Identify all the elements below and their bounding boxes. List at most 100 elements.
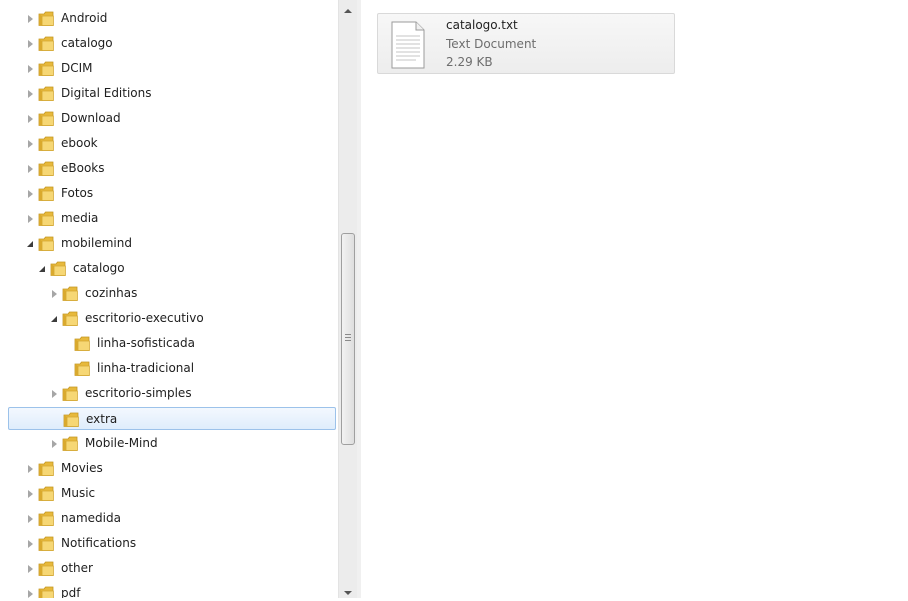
tree-item-label: media — [61, 211, 99, 225]
tree-item[interactable]: Android — [8, 7, 336, 30]
tree-item[interactable]: catalogo — [8, 257, 336, 280]
folder-icon — [62, 435, 78, 452]
tree-item-label: Digital Editions — [61, 86, 152, 100]
folder-icon — [38, 510, 54, 527]
folder-icon — [62, 285, 78, 302]
folder-icon — [38, 235, 54, 252]
folder-icon — [62, 310, 78, 327]
tree-item[interactable]: namedida — [8, 507, 336, 530]
expand-arrow-icon[interactable] — [48, 382, 60, 405]
tree-item-label: DCIM — [61, 61, 93, 75]
tree-item[interactable]: Notifications — [8, 532, 336, 555]
collapse-arrow-icon[interactable] — [24, 232, 36, 255]
tree-item-label: extra — [86, 412, 118, 426]
file-name: catalogo.txt — [446, 18, 518, 32]
expand-arrow-icon[interactable] — [24, 182, 36, 205]
tree-item-label: catalogo — [73, 261, 125, 275]
file-size: 2.29 KB — [446, 55, 493, 69]
folder-icon — [38, 210, 54, 227]
tree-item[interactable]: Digital Editions — [8, 82, 336, 105]
tree-item-label: mobilemind — [61, 236, 132, 250]
tree-item-label: Download — [61, 111, 121, 125]
tree-item[interactable]: mobilemind — [8, 232, 336, 255]
tree-item-label: Fotos — [61, 186, 94, 200]
navigation-pane: Android catalogo DCIM Digital Editions Downl… — [0, 0, 338, 598]
tree-item[interactable]: extra — [8, 407, 336, 430]
folder-icon — [38, 85, 54, 102]
tree-item[interactable]: Download — [8, 107, 336, 130]
tree-item-label: linha-tradicional — [97, 361, 195, 375]
folder-icon — [38, 110, 54, 127]
tree-item-label: escritorio-simples — [85, 386, 192, 400]
tree-item-label: linha-sofisticada — [97, 336, 195, 350]
tree-item-label: Mobile-Mind — [85, 436, 158, 450]
tree-item[interactable]: eBooks — [8, 157, 336, 180]
folder-icon — [38, 535, 54, 552]
tree-item-label: pdf — [61, 586, 81, 598]
expand-arrow-icon[interactable] — [24, 582, 36, 598]
folder-icon — [38, 160, 54, 177]
file-type: Text Document — [446, 37, 537, 51]
folder-icon — [38, 135, 54, 152]
scroll-down-arrow[interactable] — [339, 584, 357, 601]
folder-icon — [63, 411, 79, 428]
tree-item[interactable]: escritorio-executivo — [8, 307, 336, 330]
tree-item[interactable]: cozinhas — [8, 282, 336, 305]
tree-item[interactable]: Mobile-Mind — [8, 432, 336, 455]
tree-item-label: cozinhas — [85, 286, 138, 300]
scroll-grip-icon — [345, 334, 351, 342]
navigation-scrollbar[interactable] — [338, 0, 357, 598]
folder-icon — [38, 10, 54, 27]
expand-arrow-icon[interactable] — [24, 532, 36, 555]
tree-item[interactable]: ebook — [8, 132, 336, 155]
expand-arrow-icon[interactable] — [24, 482, 36, 505]
expand-arrow-icon[interactable] — [24, 57, 36, 80]
tree-item[interactable]: DCIM — [8, 57, 336, 80]
tree-item-label: Music — [61, 486, 96, 500]
tree-item[interactable]: Movies — [8, 457, 336, 480]
tree-item[interactable]: other — [8, 557, 336, 580]
expand-arrow-icon[interactable] — [24, 557, 36, 580]
collapse-arrow-icon[interactable] — [48, 307, 60, 330]
folder-icon — [38, 460, 54, 477]
tree-item-label: other — [61, 561, 93, 575]
expand-arrow-icon[interactable] — [24, 107, 36, 130]
tree-item[interactable]: Music — [8, 482, 336, 505]
folder-icon — [38, 185, 54, 202]
folder-icon — [50, 260, 66, 277]
folder-icon — [38, 560, 54, 577]
tree-item[interactable]: media — [8, 207, 336, 230]
expand-arrow-icon[interactable] — [24, 507, 36, 530]
tree-item[interactable]: catalogo — [8, 32, 336, 55]
folder-icon — [74, 335, 90, 352]
tree-item[interactable]: escritorio-simples — [8, 382, 336, 405]
scroll-thumb[interactable] — [341, 233, 355, 445]
expand-arrow-icon[interactable] — [24, 82, 36, 105]
tree-item[interactable]: pdf — [8, 582, 336, 598]
text-document-icon — [391, 21, 425, 69]
tree-item-label: Movies — [61, 461, 103, 475]
tree-item[interactable]: Fotos — [8, 182, 336, 205]
tree-item-label: namedida — [61, 511, 121, 525]
expand-arrow-icon[interactable] — [24, 457, 36, 480]
tree-item[interactable]: linha-tradicional — [8, 357, 336, 380]
file-item[interactable]: catalogo.txt Text Document 2.29 KB — [377, 13, 675, 74]
expand-arrow-icon[interactable] — [48, 282, 60, 305]
tree-item-label: Android — [61, 11, 108, 25]
expand-arrow-icon[interactable] — [48, 432, 60, 455]
tree-item-label: Notifications — [61, 536, 137, 550]
expand-arrow-icon[interactable] — [24, 7, 36, 30]
expand-arrow-icon[interactable] — [24, 32, 36, 55]
expand-arrow-icon[interactable] — [24, 132, 36, 155]
folder-icon — [62, 385, 78, 402]
folder-icon — [74, 360, 90, 377]
collapse-arrow-icon[interactable] — [36, 257, 48, 280]
expand-arrow-icon[interactable] — [24, 207, 36, 230]
folder-icon — [38, 585, 54, 598]
tree-item[interactable]: linha-sofisticada — [8, 332, 336, 355]
tree-item-label: escritorio-executivo — [85, 311, 204, 325]
scroll-up-arrow[interactable] — [339, 2, 357, 19]
folder-icon — [38, 35, 54, 52]
tree-item-label: catalogo — [61, 36, 113, 50]
expand-arrow-icon[interactable] — [24, 157, 36, 180]
